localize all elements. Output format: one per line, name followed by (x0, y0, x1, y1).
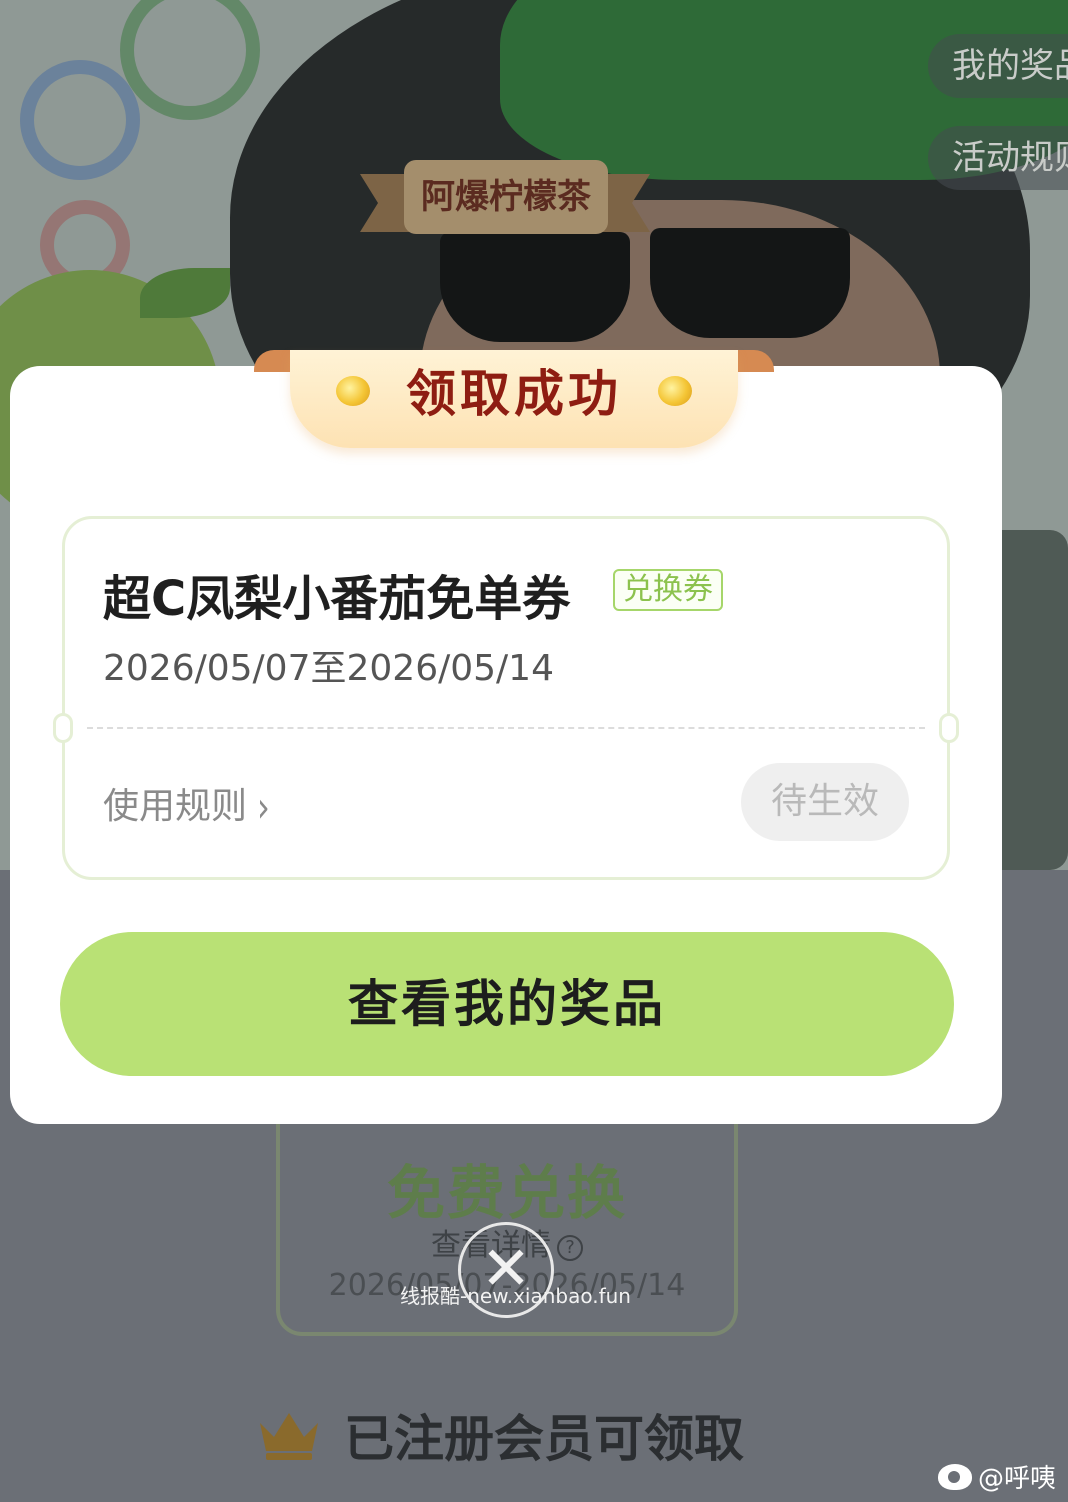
view-my-prizes-button[interactable]: 查看我的奖品 (60, 932, 954, 1076)
coupon-notch-right (939, 713, 959, 743)
coin-icon (658, 376, 692, 406)
coupon-notch-left (53, 713, 73, 743)
coupon-card: 超C凤梨小番茄免单券 兑换券 2026/05/07至2026/05/14 使用规… (53, 516, 959, 880)
chevron-right-icon: › (257, 782, 270, 832)
usage-rules-link[interactable]: 使用规则 › (103, 777, 270, 832)
weibo-logo-icon (937, 1463, 972, 1490)
sunglasses-right (650, 228, 850, 338)
usage-rules-label: 使用规则 (103, 786, 248, 827)
coupon-divider (87, 727, 925, 729)
weibo-credit: @呼咦 (937, 1458, 1056, 1495)
coupon-name: 超C凤梨小番茄免单券 (103, 571, 571, 627)
weibo-username: @呼咦 (977, 1464, 1056, 1494)
coupon-type-tag: 兑换券 (613, 569, 723, 611)
coupon-status-badge: 待生效 (741, 763, 909, 841)
brand-ribbon: 阿爆柠檬茶 (360, 160, 650, 234)
activity-rules-button[interactable]: 活动规则 (928, 126, 1068, 190)
membership-text: 已注册会员可领取 (344, 1410, 744, 1468)
leaf-illustration (140, 268, 230, 318)
coupon-validity: 2026/05/07至2026/05/14 (103, 648, 554, 689)
success-modal: 领取成功 超C凤梨小番茄免单券 兑换券 2026/05/07至2026/05/1… (10, 350, 1002, 1124)
crown-icon (256, 1409, 322, 1461)
membership-row: 已注册会员可领取 (256, 1400, 744, 1470)
coin-icon (336, 376, 370, 406)
free-exchange-label: 免费兑换 (386, 1159, 627, 1227)
my-prizes-button[interactable]: 我的奖品 (928, 34, 1068, 98)
help-icon: ? (557, 1235, 583, 1261)
modal-title: 领取成功 (406, 365, 622, 423)
modal-title-ribbon: 领取成功 (254, 350, 774, 450)
sunglasses-left (440, 232, 630, 342)
watermark-text: 线报酷-new.xianbao.fun (400, 1284, 631, 1308)
brand-name: 阿爆柠檬茶 (404, 160, 608, 234)
